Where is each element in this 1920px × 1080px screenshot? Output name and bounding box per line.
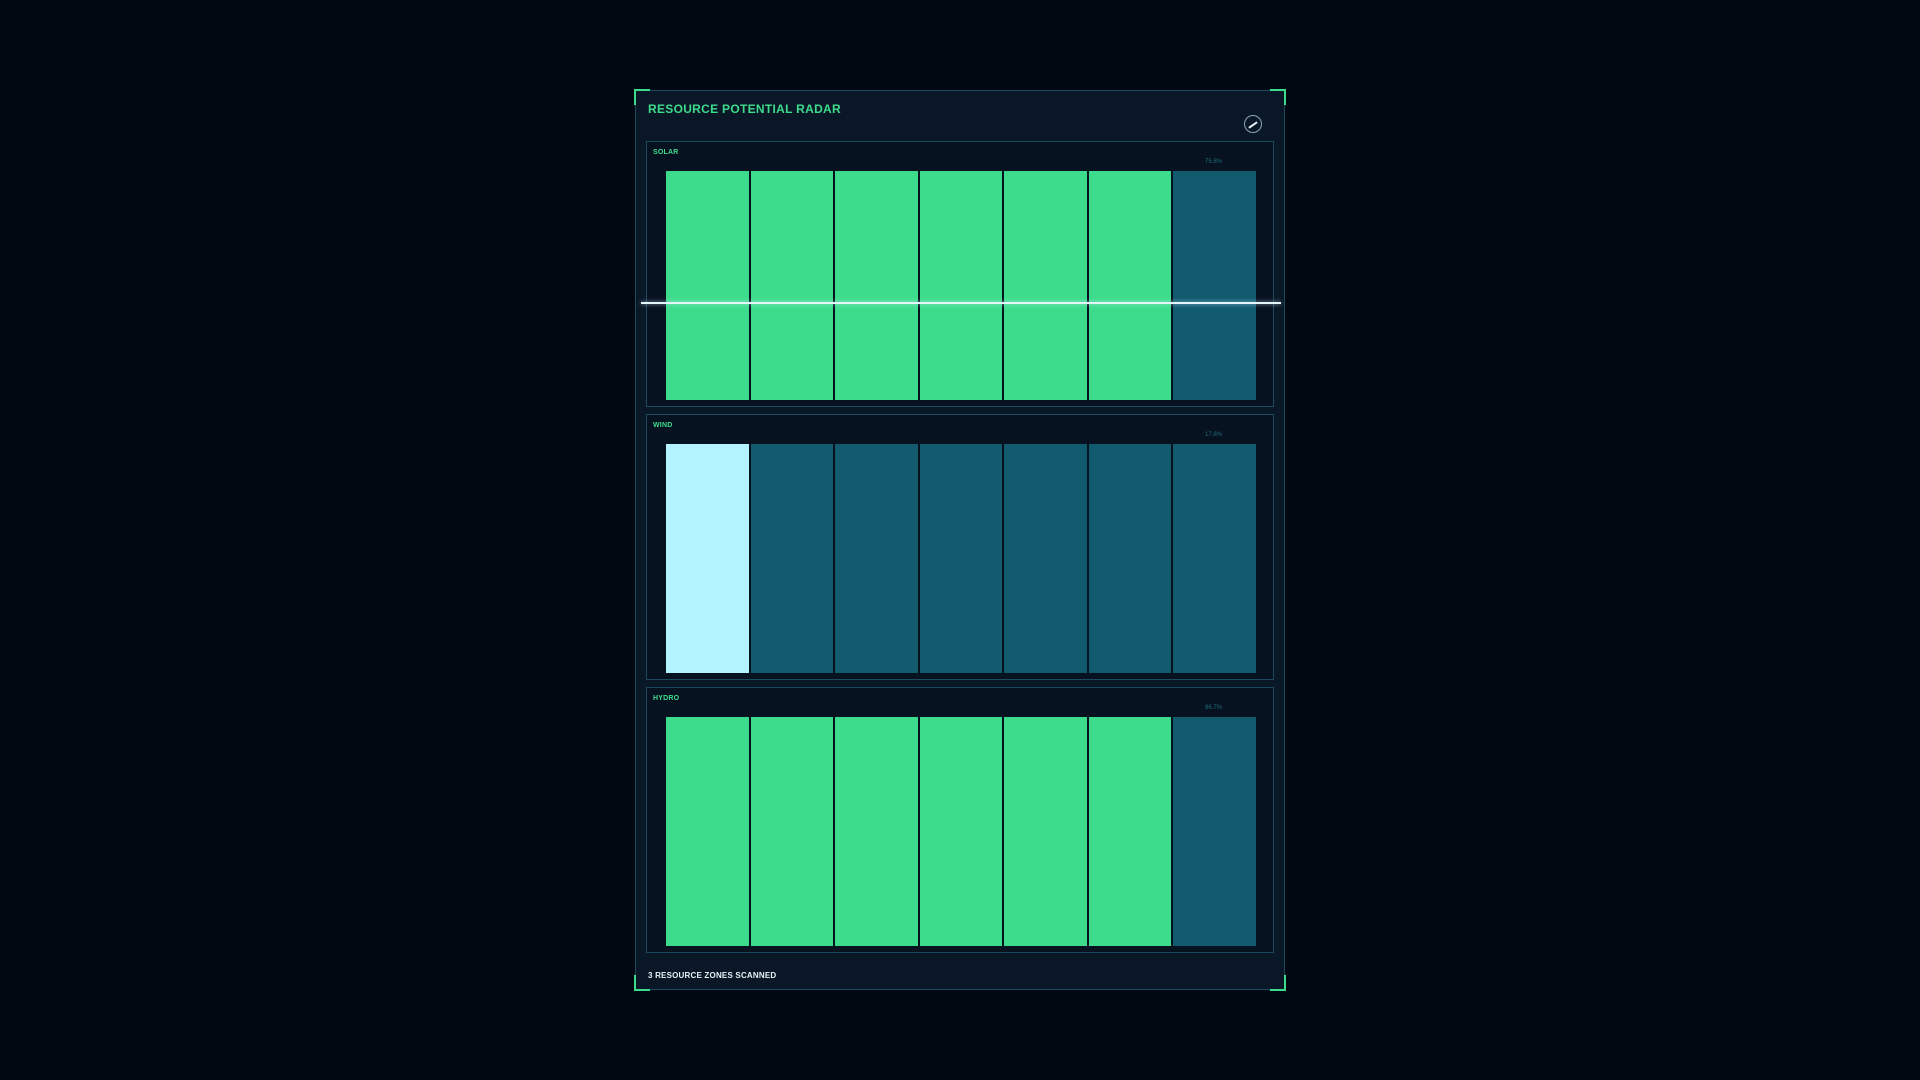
zone-bar-segment	[750, 171, 834, 400]
zone-bar-segment	[919, 171, 1003, 400]
zone-bar-segment	[835, 171, 918, 400]
zone-bar-segment	[666, 444, 749, 673]
zone-bar-segment	[1173, 171, 1257, 400]
zone-label: SOLAR	[653, 149, 679, 156]
zone-bar-segment	[1173, 444, 1257, 673]
zone-hydro: HYDRO 86.7%	[646, 687, 1274, 953]
zone-value: 75.8%	[1205, 159, 1223, 165]
zone-bar-segment	[666, 717, 749, 946]
zone-bar-segment	[919, 717, 1003, 946]
gauge-icon	[1248, 121, 1258, 129]
zone-bar-segment	[750, 444, 834, 673]
zone-bar-segment	[1004, 171, 1087, 400]
zone-solar: SOLAR 75.8%	[641, 141, 1281, 407]
gauge-button[interactable]	[1244, 115, 1262, 133]
zone-bar-segment	[1088, 717, 1172, 946]
zone-bar-segment	[1173, 717, 1257, 946]
zone-wind: WIND 17.8%	[646, 414, 1274, 680]
zone-bar-segment	[666, 171, 749, 400]
corner-bracket-bottom-right	[1270, 975, 1286, 991]
zone-bar-segment	[750, 717, 834, 946]
zone-bar-segment	[1004, 717, 1087, 946]
scan-line	[641, 302, 1281, 304]
panel-title: RESOURCE POTENTIAL RADAR	[648, 102, 841, 116]
zone-bars	[666, 717, 1257, 946]
zone-bar-segment	[835, 444, 918, 673]
zone-bar-segment	[1004, 444, 1087, 673]
zone-bar-segment	[835, 717, 918, 946]
zone-bar-segment	[1088, 171, 1172, 400]
resource-radar-panel: RESOURCE POTENTIAL RADAR SOLAR 75.8% WIN…	[634, 89, 1286, 991]
panel-footer-status: 3 RESOURCE ZONES SCANNED	[648, 971, 777, 980]
zone-bars	[666, 171, 1257, 400]
zone-bars	[666, 444, 1257, 673]
zone-bar-segment	[1088, 444, 1172, 673]
zone-value: 17.8%	[1205, 432, 1223, 438]
zone-bar-segment	[919, 444, 1003, 673]
zone-value: 86.7%	[1205, 705, 1223, 711]
corner-bracket-top-right	[1270, 89, 1286, 105]
zone-label: WIND	[653, 422, 673, 429]
zone-label: HYDRO	[653, 695, 680, 702]
